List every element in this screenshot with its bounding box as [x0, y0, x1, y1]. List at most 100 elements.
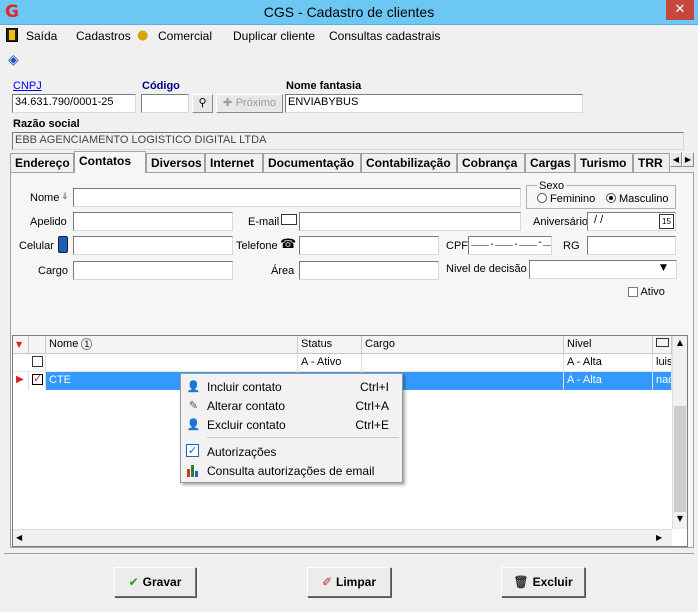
ativo-label: Ativo: [640, 286, 665, 298]
tab-turismo[interactable]: Turismo: [575, 153, 633, 172]
gravar-label: Gravar: [142, 575, 182, 589]
menu-consulta-email-label: Consulta autorizações de email: [207, 464, 375, 478]
grid-col-extra[interactable]: [653, 336, 672, 354]
menu-autorizacoes-label: Autorizações: [207, 445, 277, 459]
menu-incluir-contato[interactable]: 👤 Incluir contato Ctrl+I: [181, 377, 402, 396]
toolbar-diamond-icon[interactable]: ◈: [8, 52, 24, 68]
limpar-button[interactable]: ✐ Limpar: [307, 567, 391, 597]
grid-col-status[interactable]: Status: [298, 336, 362, 354]
chevron-down-icon[interactable]: ▼: [660, 263, 667, 273]
sort-order-icon: 1: [81, 338, 93, 350]
menu-consulta-autorizacoes-email[interactable]: Consulta autorizações de email: [181, 461, 402, 480]
fantasia-field[interactable]: ENVIABYBUS: [285, 94, 583, 113]
cell-status: A - Ativo: [298, 354, 362, 372]
binoculars-icon: ⚲: [198, 96, 207, 109]
telefone-field[interactable]: [299, 236, 439, 255]
menu-saida[interactable]: Saída: [26, 29, 57, 43]
bar-chart-icon: [186, 463, 201, 478]
cellphone-icon: [58, 236, 68, 253]
cell-nome: [46, 354, 298, 372]
tab-trr[interactable]: TRR: [633, 153, 670, 172]
gravar-button[interactable]: ✔ Gravar: [114, 567, 196, 597]
row-checkbox[interactable]: [32, 356, 43, 367]
razao-field[interactable]: EBB AGENCIAMENTO LOGISTICO DIGITAL LTDA: [12, 132, 684, 150]
email-field[interactable]: [299, 212, 521, 231]
tab-cargas[interactable]: Cargas: [525, 153, 575, 172]
fantasia-label: Nome fantasia: [286, 80, 362, 92]
window-title: CGS - Cadastro de clientes: [263, 4, 435, 20]
menu-comercial[interactable]: Comercial: [158, 29, 212, 43]
exit-door-icon: [6, 28, 18, 42]
tab-contabilizacao[interactable]: Contabilização: [361, 153, 457, 172]
cnpj-field[interactable]: 34.631.790/0001-25: [12, 94, 136, 113]
feminino-option[interactable]: Feminino: [537, 193, 595, 205]
apelido-field[interactable]: [73, 212, 233, 231]
feminino-radio[interactable]: [537, 193, 547, 203]
excluir-button[interactable]: 🗑 Excluir: [501, 567, 585, 597]
menu-consultas-cadastrais[interactable]: Consultas cadastrais: [329, 29, 440, 43]
scroll-left-icon[interactable]: ◀: [16, 533, 22, 542]
tab-diversos[interactable]: Diversos: [146, 153, 205, 172]
menu-separator: [207, 437, 399, 438]
grid-horizontal-scrollbar[interactable]: ◀ ▶: [13, 529, 672, 546]
tab-scroll-right-button[interactable]: ▶: [682, 152, 694, 167]
menu-excluir-contato[interactable]: 👤 Excluir contato Ctrl+E: [181, 415, 402, 434]
tab-internet[interactable]: Internet: [205, 153, 263, 172]
scroll-thumb[interactable]: [674, 406, 686, 512]
binoculars-button[interactable]: ⚲: [192, 94, 213, 113]
rg-field[interactable]: [587, 236, 676, 255]
scroll-right-icon[interactable]: ▶: [656, 533, 662, 542]
grid-col-cargo[interactable]: Cargo: [362, 336, 564, 354]
codigo-field[interactable]: [141, 94, 189, 113]
add-contact-icon: 👤: [186, 380, 201, 393]
menu-alterar-shortcut: Ctrl+A: [355, 399, 389, 413]
scroll-down-icon[interactable]: ▼: [674, 514, 686, 526]
menu-autorizacoes[interactable]: ✓ Autorizações: [181, 442, 402, 461]
tab-strip: Endereço Contatos Diversos Internet Docu…: [10, 151, 694, 173]
masculino-radio[interactable]: [606, 193, 616, 203]
menu-excluir-label: Excluir contato: [207, 418, 286, 432]
scroll-up-icon[interactable]: ▲: [674, 338, 686, 350]
sort-arrow-icon: ⇓: [61, 192, 69, 202]
checked-icon: ✓: [186, 444, 199, 457]
cell-nivel: A - Alta: [564, 354, 653, 372]
telephone-icon: ☎: [280, 237, 297, 252]
grid-col-nivel[interactable]: Nivel: [564, 336, 653, 354]
row-pointer-icon: ▶: [13, 372, 29, 390]
celular-label: Celular: [19, 240, 54, 252]
area-field[interactable]: [299, 261, 439, 280]
ativo-checkbox[interactable]: [628, 287, 638, 297]
row-checkbox-checked[interactable]: ✓: [32, 372, 43, 385]
cell-cargo: [362, 354, 564, 372]
tab-contatos[interactable]: Contatos: [74, 151, 146, 173]
menu-duplicar-cliente[interactable]: Duplicar cliente: [233, 29, 315, 43]
grid-vertical-scrollbar[interactable]: ▲ ▼: [672, 336, 687, 529]
row-checkbox-cell[interactable]: ✓: [29, 372, 46, 390]
razao-label: Razão social: [13, 118, 80, 130]
tab-endereco[interactable]: Endereço: [10, 153, 74, 172]
menu-alterar-contato[interactable]: ✎ Alterar contato Ctrl+A: [181, 396, 402, 415]
calendar-icon[interactable]: 15: [659, 214, 674, 229]
masculino-option[interactable]: Masculino: [606, 193, 669, 205]
tab-scroll-left-button[interactable]: ◀: [670, 152, 682, 167]
cpf-field[interactable]: ___.___.___-__: [468, 236, 552, 255]
menu-cadastros[interactable]: Cadastros: [76, 29, 131, 43]
nome-field[interactable]: [73, 188, 521, 207]
nivel-decisao-select[interactable]: [529, 260, 677, 279]
cpf-label: CPF: [446, 240, 468, 252]
cnpj-label[interactable]: CNPJ: [13, 80, 42, 92]
cell-nivel: A - Alta: [564, 372, 653, 390]
menu-incluir-shortcut: Ctrl+I: [359, 380, 389, 394]
proximo-button[interactable]: ✚ Próximo: [216, 94, 283, 113]
ativo-option[interactable]: Ativo: [628, 286, 665, 298]
grid-col-nome[interactable]: Nome 1: [46, 336, 298, 354]
grid-col-nome-label: Nome: [49, 338, 79, 350]
close-button[interactable]: ✕: [666, 0, 694, 20]
tab-documentacao[interactable]: Documentação: [263, 153, 361, 172]
tab-cobranca[interactable]: Cobrança: [457, 153, 525, 172]
context-menu: 👤 Incluir contato Ctrl+I ✎ Alterar conta…: [180, 373, 403, 483]
row-checkbox-cell[interactable]: [29, 354, 46, 372]
cargo-field[interactable]: [73, 261, 233, 280]
celular-field[interactable]: [73, 236, 233, 255]
footer-divider: [4, 553, 694, 554]
